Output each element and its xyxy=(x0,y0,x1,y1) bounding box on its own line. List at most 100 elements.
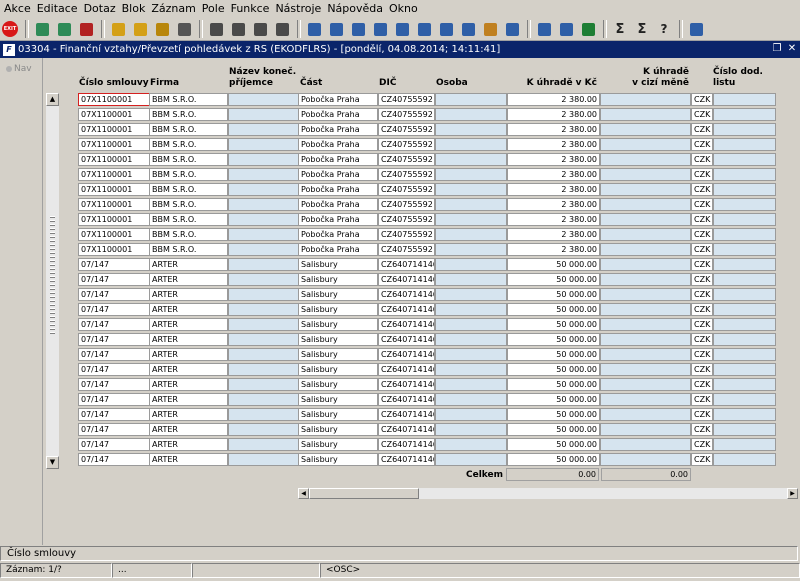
cell-delivery[interactable] xyxy=(713,453,776,466)
menu-item-5[interactable]: Pole xyxy=(199,0,228,17)
cell-firm[interactable]: ARTER xyxy=(149,438,228,451)
cell-recipient[interactable] xyxy=(228,453,299,466)
cell-person[interactable] xyxy=(435,228,507,241)
cut-button[interactable] xyxy=(272,19,292,39)
cell-currency[interactable]: CZK xyxy=(691,108,713,121)
scroll-right-icon[interactable]: ▶ xyxy=(787,488,798,499)
mail-button[interactable] xyxy=(250,19,270,39)
grid-button[interactable] xyxy=(414,19,434,39)
cell-dic[interactable]: CZ40755592 xyxy=(378,93,435,106)
enter-query-button[interactable] xyxy=(108,19,128,39)
cell-person[interactable] xyxy=(435,183,507,196)
nav-button[interactable]: Nav xyxy=(6,64,32,74)
cell-foreign[interactable] xyxy=(600,213,691,226)
cell-person[interactable] xyxy=(435,258,507,271)
cell-foreign[interactable] xyxy=(600,303,691,316)
chart-button[interactable] xyxy=(534,19,554,39)
cell-delivery[interactable] xyxy=(713,273,776,286)
cell-recipient[interactable] xyxy=(228,393,299,406)
cell-firm[interactable]: BBM S.R.O. xyxy=(149,243,228,256)
cell-part[interactable]: Salisbury xyxy=(298,438,378,451)
cell-part[interactable]: Salisbury xyxy=(298,363,378,376)
cell-contract[interactable]: 07X1100001 xyxy=(78,183,150,196)
cell-foreign[interactable] xyxy=(600,378,691,391)
cell-foreign[interactable] xyxy=(600,243,691,256)
scroll-down-icon[interactable]: ▼ xyxy=(46,456,59,469)
cell-currency[interactable]: CZK xyxy=(691,288,713,301)
info-button[interactable] xyxy=(686,19,706,39)
cell-part[interactable]: Salisbury xyxy=(298,408,378,421)
menu-item-8[interactable]: Nápověda xyxy=(324,0,386,17)
cell-foreign[interactable] xyxy=(600,273,691,286)
cell-person[interactable] xyxy=(435,318,507,331)
cell-currency[interactable]: CZK xyxy=(691,168,713,181)
cell-foreign[interactable] xyxy=(600,453,691,466)
cell-dic[interactable]: CZ40755592 xyxy=(378,243,435,256)
cell-dic[interactable]: CZ640714146 xyxy=(378,408,435,421)
cell-part[interactable]: Salisbury xyxy=(298,273,378,286)
cell-amount[interactable]: 50 000.00 xyxy=(507,288,600,301)
cell-contract[interactable]: 07X1100001 xyxy=(78,108,150,121)
cell-recipient[interactable] xyxy=(228,333,299,346)
cell-person[interactable] xyxy=(435,333,507,346)
cell-amount[interactable]: 2 380.00 xyxy=(507,198,600,211)
cell-person[interactable] xyxy=(435,108,507,121)
cell-dic[interactable]: CZ640714146 xyxy=(378,273,435,286)
list-button[interactable] xyxy=(370,19,390,39)
cell-foreign[interactable] xyxy=(600,408,691,421)
delete-record-button[interactable] xyxy=(76,19,96,39)
cell-contract[interactable]: 07X1100001 xyxy=(78,93,150,106)
cell-amount[interactable]: 50 000.00 xyxy=(507,273,600,286)
cell-person[interactable] xyxy=(435,93,507,106)
cell-recipient[interactable] xyxy=(228,438,299,451)
note-button[interactable] xyxy=(556,19,576,39)
cell-firm[interactable]: BBM S.R.O. xyxy=(149,153,228,166)
cell-foreign[interactable] xyxy=(600,423,691,436)
menu-item-7[interactable]: Nástroje xyxy=(272,0,324,17)
exit-button[interactable]: EXIT xyxy=(0,19,20,39)
cell-firm[interactable]: BBM S.R.O. xyxy=(149,198,228,211)
cell-currency[interactable]: CZK xyxy=(691,348,713,361)
cell-person[interactable] xyxy=(435,198,507,211)
cell-amount[interactable]: 2 380.00 xyxy=(507,168,600,181)
cell-delivery[interactable] xyxy=(713,213,776,226)
cell-person[interactable] xyxy=(435,408,507,421)
cell-foreign[interactable] xyxy=(600,348,691,361)
cell-currency[interactable]: CZK xyxy=(691,408,713,421)
cell-currency[interactable]: CZK xyxy=(691,273,713,286)
menu-item-3[interactable]: Blok xyxy=(119,0,149,17)
cancel-query-button[interactable] xyxy=(152,19,172,39)
cell-contract[interactable]: 07/147 xyxy=(78,393,150,406)
cell-currency[interactable]: CZK xyxy=(691,363,713,376)
cell-dic[interactable]: CZ640714146 xyxy=(378,453,435,466)
cell-currency[interactable]: CZK xyxy=(691,93,713,106)
cell-part[interactable]: Pobočka Praha xyxy=(298,108,378,121)
cell-firm[interactable]: BBM S.R.O. xyxy=(149,228,228,241)
filter-button[interactable] xyxy=(174,19,194,39)
cell-contract[interactable]: 07/147 xyxy=(78,408,150,421)
cell-part[interactable]: Pobočka Praha xyxy=(298,123,378,136)
cell-firm[interactable]: BBM S.R.O. xyxy=(149,183,228,196)
cell-foreign[interactable] xyxy=(600,318,691,331)
cell-dic[interactable]: CZ640714146 xyxy=(378,393,435,406)
cell-dic[interactable]: CZ640714146 xyxy=(378,348,435,361)
cell-contract[interactable]: 07/147 xyxy=(78,348,150,361)
cell-part[interactable]: Salisbury xyxy=(298,423,378,436)
cell-amount[interactable]: 50 000.00 xyxy=(507,438,600,451)
menu-item-6[interactable]: Funkce xyxy=(228,0,273,17)
cell-amount[interactable]: 2 380.00 xyxy=(507,93,600,106)
menu-item-9[interactable]: Okno xyxy=(386,0,421,17)
restore-icon[interactable]: ❐ xyxy=(771,43,783,55)
cell-recipient[interactable] xyxy=(228,243,299,256)
cell-dic[interactable]: CZ40755592 xyxy=(378,228,435,241)
cell-delivery[interactable] xyxy=(713,258,776,271)
cell-firm[interactable]: ARTER xyxy=(149,408,228,421)
cell-dic[interactable]: CZ640714146 xyxy=(378,333,435,346)
cell-foreign[interactable] xyxy=(600,228,691,241)
cell-person[interactable] xyxy=(435,138,507,151)
cell-dic[interactable]: CZ40755592 xyxy=(378,108,435,121)
cell-recipient[interactable] xyxy=(228,378,299,391)
cell-person[interactable] xyxy=(435,303,507,316)
cell-firm[interactable]: BBM S.R.O. xyxy=(149,93,228,106)
sigma-button[interactable]: Σ xyxy=(610,19,630,39)
